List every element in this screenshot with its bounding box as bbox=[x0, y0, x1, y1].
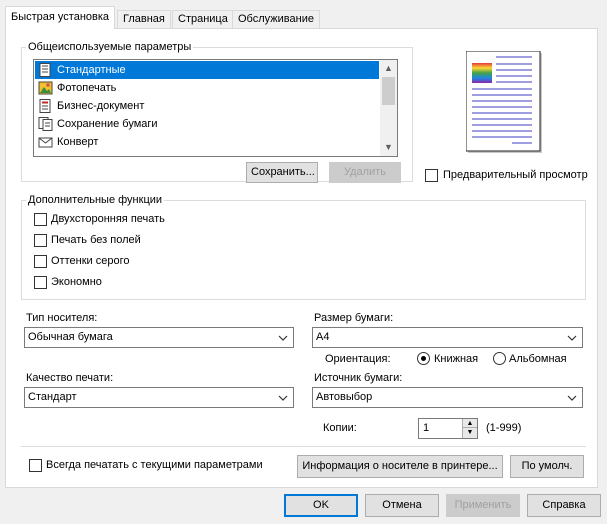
grayscale-label: Оттенки серого bbox=[51, 255, 130, 267]
portrait-label: Книжная bbox=[434, 353, 479, 365]
print-quality-value: Стандарт bbox=[28, 391, 77, 403]
save-preset-button[interactable]: Сохранить... bbox=[246, 162, 318, 183]
quick-setup-panel: Общеиспользуемые параметры Стандартные Ф… bbox=[5, 28, 598, 488]
duplex-label: Двухсторонняя печать bbox=[51, 213, 165, 225]
preset-item-label: Фотопечать bbox=[57, 82, 117, 94]
copies-spinner[interactable]: 1 ▲ ▼ bbox=[418, 418, 478, 439]
preset-item-envelope[interactable]: Конверт bbox=[35, 133, 379, 151]
tab-page[interactable]: Страница bbox=[172, 10, 234, 28]
paper-size-select[interactable]: А4 bbox=[312, 327, 583, 348]
chevron-down-icon bbox=[567, 395, 577, 401]
always-print-label: Всегда печатать с текущими параметрами bbox=[46, 459, 263, 471]
preset-item-label: Сохранение бумаги bbox=[57, 118, 158, 130]
borderless-checkbox[interactable] bbox=[34, 234, 47, 247]
media-info-button[interactable]: Информация о носителе в принтере... bbox=[297, 455, 503, 478]
envelope-icon bbox=[38, 137, 53, 148]
duplex-checkbox[interactable] bbox=[34, 213, 47, 226]
spin-up-icon[interactable]: ▲ bbox=[462, 419, 477, 428]
preset-item-standard[interactable]: Стандартные bbox=[35, 61, 379, 79]
presets-group-title: Общеиспользуемые параметры bbox=[26, 41, 194, 53]
preset-item-label: Конверт bbox=[57, 136, 99, 148]
tab-quick-setup[interactable]: Быстрая установка bbox=[5, 6, 116, 29]
help-button[interactable]: Справка bbox=[527, 494, 601, 517]
portrait-radio[interactable] bbox=[417, 352, 430, 365]
print-quality-select[interactable]: Стандарт bbox=[24, 387, 294, 408]
media-type-label: Тип носителя: bbox=[26, 312, 98, 324]
extra-features-group: Дополнительные функции Двухсторонняя печ… bbox=[21, 194, 586, 300]
media-type-select[interactable]: Обычная бумага bbox=[24, 327, 294, 348]
preview-label: Предварительный просмотр bbox=[443, 169, 588, 181]
preset-item-label: Бизнес-документ bbox=[57, 100, 145, 112]
copies-value[interactable]: 1 bbox=[423, 422, 429, 434]
always-print-checkbox[interactable] bbox=[29, 459, 42, 472]
scroll-thumb[interactable] bbox=[382, 77, 395, 105]
grayscale-checkbox[interactable] bbox=[34, 255, 47, 268]
paper-size-label: Размер бумаги: bbox=[314, 312, 394, 324]
standard-doc-icon bbox=[39, 63, 51, 77]
landscape-radio[interactable] bbox=[493, 352, 506, 365]
scroll-down-icon[interactable]: ▼ bbox=[380, 139, 397, 156]
print-quality-label: Качество печати: bbox=[26, 372, 114, 384]
spin-down-icon[interactable]: ▼ bbox=[462, 428, 477, 438]
paper-source-label: Источник бумаги: bbox=[314, 372, 403, 384]
apply-button[interactable]: Применить bbox=[446, 494, 520, 517]
economy-label: Экономно bbox=[51, 276, 102, 288]
preset-item-photo[interactable]: Фотопечать bbox=[35, 79, 379, 97]
chevron-down-icon bbox=[567, 335, 577, 341]
tab-maintenance[interactable]: Обслуживание bbox=[232, 10, 320, 28]
presets-listbox[interactable]: Стандартные Фотопечать Бизнес-документ С… bbox=[33, 59, 398, 157]
business-doc-icon bbox=[39, 99, 51, 113]
page-preview-image bbox=[466, 51, 542, 153]
tab-general[interactable]: Главная bbox=[117, 10, 171, 28]
preset-item-business[interactable]: Бизнес-документ bbox=[35, 97, 379, 115]
extra-features-title: Дополнительные функции bbox=[26, 194, 165, 206]
borderless-label: Печать без полей bbox=[51, 234, 141, 246]
preview-checkbox[interactable] bbox=[425, 169, 438, 182]
orientation-label: Ориентация: bbox=[325, 353, 391, 365]
economy-checkbox[interactable] bbox=[34, 276, 47, 289]
preset-item-paper-save[interactable]: Сохранение бумаги bbox=[35, 115, 379, 133]
delete-preset-button[interactable]: Удалить bbox=[329, 162, 401, 183]
copies-label: Копии: bbox=[323, 422, 357, 434]
media-type-value: Обычная бумага bbox=[28, 331, 113, 343]
ok-button[interactable]: OK bbox=[284, 494, 358, 517]
presets-scrollbar[interactable]: ▲ ▼ bbox=[380, 60, 397, 156]
paper-save-icon bbox=[38, 117, 53, 131]
copies-range: (1-999) bbox=[486, 422, 522, 434]
bottom-separator bbox=[21, 446, 586, 447]
preset-item-label: Стандартные bbox=[57, 64, 126, 76]
landscape-label: Альбомная bbox=[509, 353, 567, 365]
paper-source-select[interactable]: Автовыбор bbox=[312, 387, 583, 408]
presets-group: Общеиспользуемые параметры Стандартные Ф… bbox=[21, 41, 413, 183]
cancel-button[interactable]: Отмена bbox=[365, 494, 439, 517]
paper-size-value: А4 bbox=[316, 331, 330, 343]
chevron-down-icon bbox=[278, 335, 288, 341]
scroll-up-icon[interactable]: ▲ bbox=[380, 60, 397, 77]
defaults-button[interactable]: По умолч. bbox=[510, 455, 584, 478]
photo-print-icon bbox=[38, 81, 53, 95]
paper-source-value: Автовыбор bbox=[316, 391, 373, 403]
chevron-down-icon bbox=[278, 395, 288, 401]
